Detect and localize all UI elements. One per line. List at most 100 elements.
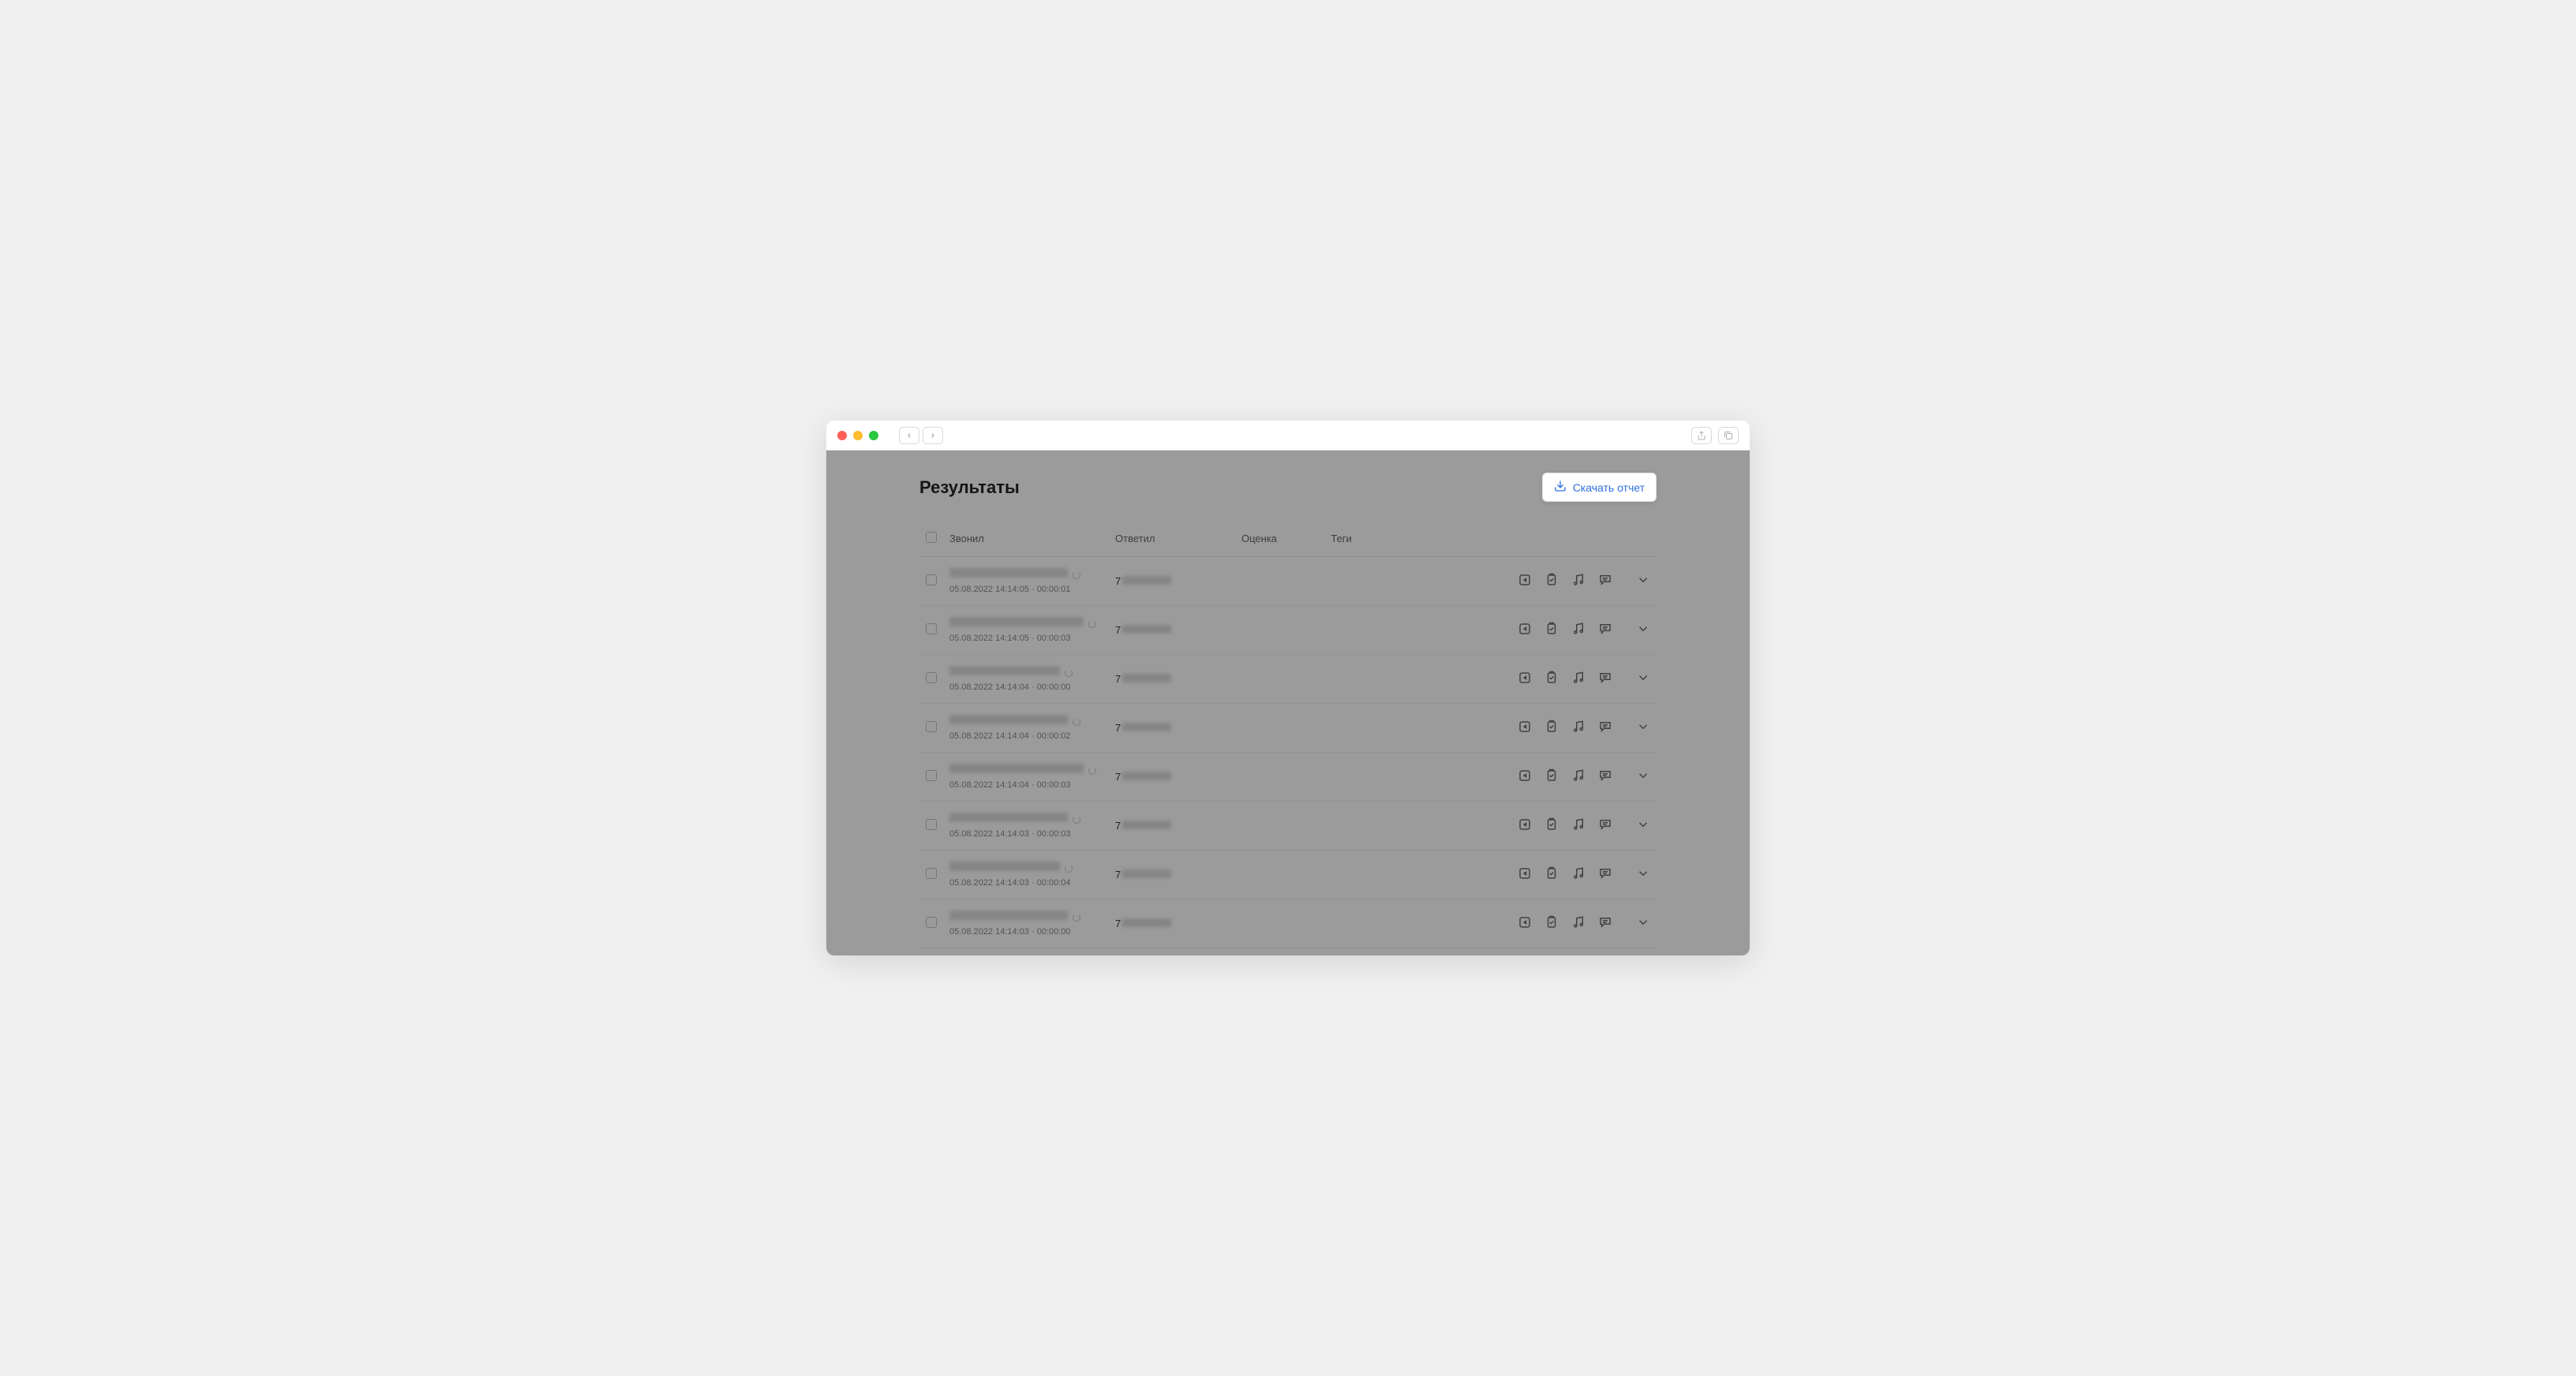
row-actions xyxy=(1387,606,1657,655)
clipboard-icon[interactable] xyxy=(1544,915,1559,932)
comment-icon[interactable] xyxy=(1598,768,1612,785)
chevron-down-icon[interactable] xyxy=(1636,573,1650,589)
clipboard-icon[interactable] xyxy=(1544,622,1559,638)
comment-icon[interactable] xyxy=(1598,915,1612,932)
table-row[interactable]: 05.08.2022 14:14:03 · 00:00:03 7 xyxy=(919,802,1657,851)
share-icon[interactable] xyxy=(1518,720,1532,736)
phone-redacted xyxy=(1122,918,1171,927)
share-icon[interactable] xyxy=(1518,573,1532,589)
chevron-down-icon[interactable] xyxy=(1636,720,1650,736)
table-row[interactable]: 05.08.2022 14:14:03 · 00:00:00 7 xyxy=(919,899,1657,948)
caller-name-redacted xyxy=(949,617,1084,626)
results-table: Звонил Ответил Оценка Теги 05.08.2022 14… xyxy=(919,524,1657,948)
table-row[interactable]: 05.08.2022 14:14:05 · 00:00:03 7 xyxy=(919,606,1657,655)
nav-buttons xyxy=(899,427,943,444)
music-icon[interactable] xyxy=(1571,817,1586,834)
row-checkbox[interactable] xyxy=(926,917,937,928)
phone-redacted xyxy=(1122,821,1171,829)
share-icon[interactable] xyxy=(1518,622,1532,638)
clipboard-icon[interactable] xyxy=(1544,866,1559,883)
music-icon[interactable] xyxy=(1571,671,1586,687)
table-row[interactable]: 05.08.2022 14:14:04 · 00:00:02 7 xyxy=(919,704,1657,753)
loading-spinner-icon xyxy=(1073,816,1080,824)
clipboard-icon[interactable] xyxy=(1544,573,1559,589)
music-icon[interactable] xyxy=(1571,768,1586,785)
clipboard-icon[interactable] xyxy=(1544,768,1559,785)
forward-button[interactable] xyxy=(923,427,943,444)
row-actions xyxy=(1387,899,1657,948)
table-header-row: Звонил Ответил Оценка Теги xyxy=(919,524,1657,557)
col-rating: Оценка xyxy=(1235,524,1324,557)
clipboard-icon[interactable] xyxy=(1544,720,1559,736)
caller-name-redacted xyxy=(949,813,1068,822)
page-title: Результаты xyxy=(919,477,1020,498)
close-window-icon[interactable] xyxy=(837,431,847,440)
share-icon[interactable] xyxy=(1518,671,1532,687)
row-checkbox[interactable] xyxy=(926,721,937,732)
share-icon[interactable] xyxy=(1518,817,1532,834)
phone-number: 7 xyxy=(1115,771,1171,783)
row-checkbox[interactable] xyxy=(926,574,937,585)
comment-icon[interactable] xyxy=(1598,671,1612,687)
row-checkbox[interactable] xyxy=(926,819,937,830)
maximize-window-icon[interactable] xyxy=(869,431,878,440)
tags-cell xyxy=(1324,851,1387,899)
table-row[interactable]: 05.08.2022 14:14:04 · 00:00:03 7 xyxy=(919,753,1657,802)
col-tags: Теги xyxy=(1324,524,1387,557)
browser-window: Результаты Скачать отчет Звонил Ответ xyxy=(826,421,1750,955)
caller-meta: 05.08.2022 14:14:05 · 00:00:01 xyxy=(949,585,1103,594)
share-button[interactable] xyxy=(1691,427,1712,444)
phone-prefix: 7 xyxy=(1115,820,1121,832)
rating-cell xyxy=(1235,802,1324,851)
browser-chrome xyxy=(826,421,1750,451)
phone-number: 7 xyxy=(1115,918,1171,929)
music-icon[interactable] xyxy=(1571,622,1586,638)
caller-meta: 05.08.2022 14:14:04 · 00:00:00 xyxy=(949,682,1103,692)
phone-redacted xyxy=(1122,723,1171,731)
share-icon[interactable] xyxy=(1518,768,1532,785)
comment-icon[interactable] xyxy=(1598,817,1612,834)
music-icon[interactable] xyxy=(1571,720,1586,736)
chevron-down-icon[interactable] xyxy=(1636,866,1650,883)
tags-cell xyxy=(1324,802,1387,851)
phone-prefix: 7 xyxy=(1115,673,1121,685)
row-checkbox[interactable] xyxy=(926,672,937,683)
row-checkbox[interactable] xyxy=(926,623,937,634)
share-icon[interactable] xyxy=(1518,915,1532,932)
table-row[interactable]: 05.08.2022 14:14:05 · 00:00:01 7 xyxy=(919,557,1657,606)
phone-number: 7 xyxy=(1115,722,1171,734)
music-icon[interactable] xyxy=(1571,915,1586,932)
chevron-down-icon[interactable] xyxy=(1636,915,1650,932)
caller-name-redacted xyxy=(949,715,1068,724)
table-row[interactable]: 05.08.2022 14:14:04 · 00:00:00 7 xyxy=(919,655,1657,704)
chevron-down-icon[interactable] xyxy=(1636,817,1650,834)
share-icon[interactable] xyxy=(1518,866,1532,883)
tabs-button[interactable] xyxy=(1718,427,1739,444)
row-checkbox[interactable] xyxy=(926,770,937,781)
clipboard-icon[interactable] xyxy=(1544,671,1559,687)
back-button[interactable] xyxy=(899,427,919,444)
music-icon[interactable] xyxy=(1571,573,1586,589)
phone-prefix: 7 xyxy=(1115,918,1121,929)
music-icon[interactable] xyxy=(1571,866,1586,883)
phone-number: 7 xyxy=(1115,820,1171,832)
comment-icon[interactable] xyxy=(1598,866,1612,883)
comment-icon[interactable] xyxy=(1598,573,1612,589)
clipboard-icon[interactable] xyxy=(1544,817,1559,834)
comment-icon[interactable] xyxy=(1598,720,1612,736)
row-actions xyxy=(1387,851,1657,899)
chevron-down-icon[interactable] xyxy=(1636,768,1650,785)
comment-icon[interactable] xyxy=(1598,622,1612,638)
tags-cell xyxy=(1324,753,1387,802)
download-report-button[interactable]: Скачать отчет xyxy=(1542,473,1657,502)
chevron-down-icon[interactable] xyxy=(1636,622,1650,638)
traffic-lights xyxy=(837,431,878,440)
chevron-down-icon[interactable] xyxy=(1636,671,1650,687)
minimize-window-icon[interactable] xyxy=(853,431,863,440)
select-all-checkbox[interactable] xyxy=(926,532,937,543)
table-row[interactable]: 05.08.2022 14:14:03 · 00:00:04 7 xyxy=(919,851,1657,899)
caller-meta: 05.08.2022 14:14:04 · 00:00:02 xyxy=(949,731,1103,741)
tags-cell xyxy=(1324,899,1387,948)
rating-cell xyxy=(1235,753,1324,802)
row-checkbox[interactable] xyxy=(926,868,937,879)
